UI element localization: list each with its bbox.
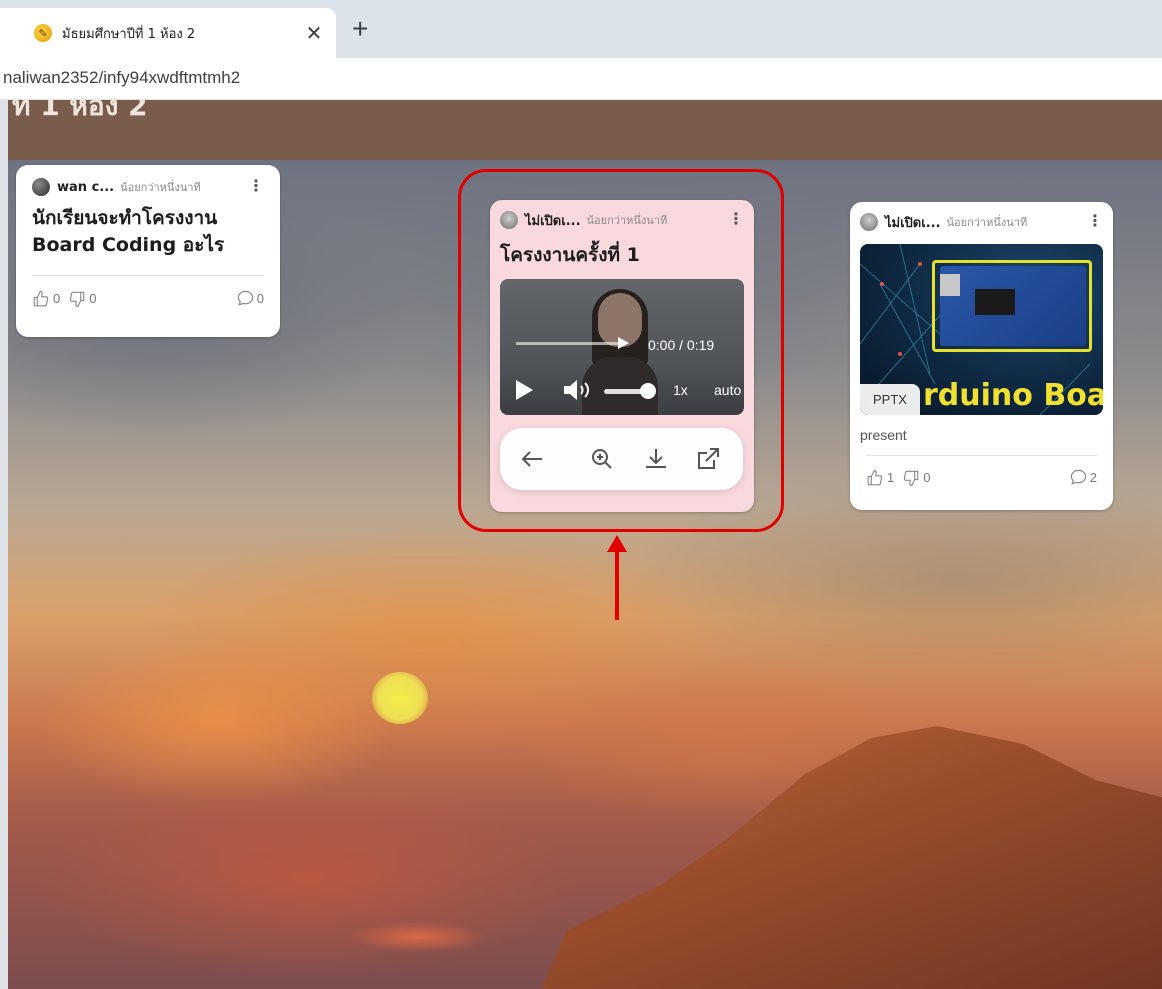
avatar bbox=[32, 178, 50, 196]
like-button[interactable]: 1 bbox=[866, 469, 894, 487]
dislike-count: 0 bbox=[89, 291, 97, 306]
reaction-bar: 1 0 2 bbox=[860, 468, 1103, 487]
video-player[interactable]: 0:00 / 0:19 1x auto bbox=[500, 279, 744, 415]
back-button[interactable] bbox=[514, 441, 550, 477]
comment-button[interactable]: 0 bbox=[236, 289, 264, 308]
post-author: ไม่เปิดเ... bbox=[525, 213, 581, 229]
post-author: ไม่เปิดเ... bbox=[885, 215, 941, 231]
wallpaper-reflection bbox=[348, 922, 488, 952]
play-indicator-icon bbox=[618, 337, 629, 349]
play-button[interactable] bbox=[516, 380, 533, 400]
post-time: น้อยกว่าหนึ่งนาที bbox=[120, 181, 201, 194]
comment-count: 2 bbox=[1089, 470, 1097, 485]
reaction-bar: 0 0 0 bbox=[32, 289, 264, 308]
wallpaper-cliff bbox=[528, 726, 1162, 989]
dislike-button[interactable]: 0 bbox=[902, 469, 930, 487]
arduino-chip bbox=[975, 289, 1015, 315]
attachment-thumbnail[interactable]: rduino Boar PPTX bbox=[860, 244, 1103, 415]
download-button[interactable] bbox=[638, 441, 674, 477]
media-toolbar bbox=[500, 428, 743, 490]
post-card-attachment[interactable]: ไม่เปิดเ... น้อยกว่าหนึ่งนาที ⋮ rduino B… bbox=[850, 202, 1113, 510]
url-text[interactable]: naliwan2352/infy94xwdftmtmh2 bbox=[3, 68, 240, 88]
like-count: 0 bbox=[53, 291, 61, 306]
back-arrow-icon bbox=[521, 451, 542, 467]
more-options-icon[interactable]: ⋮ bbox=[248, 179, 264, 195]
open-external-icon bbox=[698, 448, 719, 469]
address-bar[interactable]: naliwan2352/infy94xwdftmtmh2 bbox=[0, 58, 1162, 100]
zoom-in-icon bbox=[592, 449, 612, 469]
like-count: 1 bbox=[887, 470, 895, 485]
divider bbox=[866, 455, 1097, 456]
volume-slider-knob[interactable] bbox=[640, 383, 656, 399]
post-header: ไม่เปิดเ... น้อยกว่าหนึ่งนาที ⋮ bbox=[860, 212, 1103, 232]
divider bbox=[32, 275, 264, 276]
download-icon bbox=[646, 449, 666, 468]
post-author: wan c... bbox=[57, 179, 115, 195]
video-progress-bar[interactable] bbox=[516, 342, 626, 345]
more-options-icon[interactable]: ⋮ bbox=[728, 212, 744, 228]
padlet-title: ท 1 ห้อง 2 bbox=[12, 100, 148, 122]
annotation-arrow bbox=[615, 550, 619, 620]
like-button[interactable]: 0 bbox=[32, 290, 60, 308]
comment-button[interactable]: 2 bbox=[1069, 468, 1097, 487]
avatar bbox=[500, 211, 518, 229]
zoom-in-button[interactable] bbox=[584, 441, 620, 477]
thumbs-down-icon bbox=[904, 470, 919, 486]
arduino-usb-port bbox=[940, 274, 960, 296]
tab-title: มัธยมศึกษาปีที่ 1 ห้อง 2 bbox=[62, 26, 196, 42]
new-tab-button[interactable]: + bbox=[352, 15, 368, 43]
thumbs-up-icon bbox=[867, 469, 883, 485]
avatar bbox=[860, 213, 878, 231]
thumbnail-text: rduino Boar bbox=[923, 378, 1103, 413]
more-options-icon[interactable]: ⋮ bbox=[1087, 214, 1103, 230]
post-title: โครงงานครั้งที่ 1 bbox=[500, 244, 640, 266]
open-external-button[interactable] bbox=[690, 441, 726, 477]
thumbs-up-icon bbox=[33, 290, 49, 306]
quality-setting[interactable]: auto bbox=[714, 382, 741, 398]
post-time: น้อยกว่าหนึ่งนาที bbox=[586, 214, 668, 227]
padlet-header: ท 1 ห้อง 2 bbox=[8, 100, 1162, 160]
playback-speed[interactable]: 1x bbox=[673, 382, 688, 398]
dislike-button[interactable]: 0 bbox=[68, 290, 96, 308]
post-description: present bbox=[860, 427, 907, 443]
file-type-badge: PPTX bbox=[860, 384, 920, 415]
padlet-favicon-icon: ✎ bbox=[34, 24, 52, 42]
comment-icon bbox=[237, 290, 253, 306]
comment-icon bbox=[1070, 469, 1086, 485]
browser-tab-bar: ✎ มัธยมศึกษาปีที่ 1 ห้อง 2 ✕ + bbox=[0, 0, 1162, 58]
wallpaper-sun bbox=[372, 672, 428, 724]
post-header: ไม่เปิดเ... น้อยกว่าหนึ่งนาที ⋮ bbox=[500, 210, 744, 230]
video-time: 0:00 / 0:19 bbox=[648, 337, 715, 353]
comment-count: 0 bbox=[256, 291, 264, 306]
post-card[interactable]: wan c... น้อยกว่าหนึ่งนาที ⋮ นักเรียนจะท… bbox=[16, 165, 280, 337]
post-title: นักเรียนจะทำโครงงาน Board Coding อะไร bbox=[32, 207, 225, 256]
post-time: น้อยกว่าหนึ่งนาที bbox=[946, 216, 1028, 229]
browser-tab[interactable]: ✎ มัธยมศึกษาปีที่ 1 ห้อง 2 ✕ bbox=[0, 8, 336, 58]
dislike-count: 0 bbox=[923, 470, 931, 485]
thumbs-down-icon bbox=[70, 291, 85, 307]
post-header: wan c... น้อยกว่าหนึ่งนาที ⋮ bbox=[32, 177, 264, 197]
close-tab-icon[interactable]: ✕ bbox=[302, 21, 326, 46]
volume-icon[interactable] bbox=[562, 379, 594, 401]
